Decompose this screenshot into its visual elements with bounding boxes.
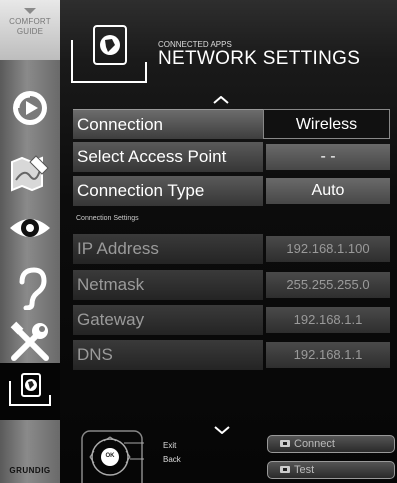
hearing-icon[interactable] <box>8 266 52 310</box>
setting-row-connection-type[interactable]: Connection Type Auto <box>73 176 390 206</box>
setting-label: Netmask <box>73 270 263 300</box>
exit-hint: Exit <box>163 441 177 450</box>
map-edit-icon[interactable] <box>8 150 52 194</box>
guide-label-line2: GUIDE <box>16 27 44 36</box>
scroll-up-icon[interactable] <box>213 96 229 104</box>
eye-icon[interactable] <box>8 206 52 250</box>
comfort-guide-button[interactable]: COMFORT GUIDE <box>0 0 60 60</box>
sidebar-active-item[interactable] <box>0 363 60 420</box>
setting-value[interactable]: Auto <box>266 178 390 204</box>
guide-label-line1: COMFORT <box>9 17 51 26</box>
setting-value: 255.255.255.0 <box>266 272 390 298</box>
page-title: NETWORK SETTINGS <box>158 48 361 69</box>
sidebar: COMFORT GUIDE GRUNDIG <box>0 0 60 483</box>
setting-row-dns: DNS 192.168.1.1 <box>73 340 390 370</box>
red-key-icon <box>280 440 290 447</box>
setting-row-netmask: Netmask 255.255.255.0 <box>73 270 390 300</box>
connect-button[interactable]: Connect <box>267 435 395 453</box>
setting-value: 192.168.1.1 <box>266 342 390 368</box>
green-key-icon <box>280 466 290 473</box>
setting-label: Connection <box>73 109 263 139</box>
setting-label: DNS <box>73 340 263 370</box>
section-heading: Connection Settings <box>76 215 139 222</box>
ok-button-label[interactable]: OK <box>103 453 117 459</box>
connect-label: Connect <box>294 438 335 450</box>
test-button[interactable]: Test <box>267 461 395 479</box>
guide-arrow-icon <box>24 8 36 14</box>
globe-icon <box>71 25 147 83</box>
setting-value[interactable]: Wireless <box>263 109 390 139</box>
setting-value[interactable]: - - <box>266 144 390 170</box>
connected-apps-icon <box>9 373 51 406</box>
screen: COMFORT GUIDE GRUNDIG CONNECTED APPS NET… <box>0 0 397 483</box>
setting-row-ip-address: IP Address 192.168.1.100 <box>73 234 390 264</box>
setting-label: Gateway <box>73 305 263 335</box>
test-label: Test <box>294 464 315 476</box>
brand-logo: GRUNDIG <box>9 466 51 475</box>
tools-icon[interactable] <box>8 320 52 364</box>
setting-label: Connection Type <box>73 176 263 206</box>
setting-row-access-point[interactable]: Select Access Point - - <box>73 142 390 172</box>
setting-row-connection[interactable]: Connection Wireless <box>73 109 390 139</box>
setting-value: 192.168.1.1 <box>266 307 390 333</box>
setting-label: Select Access Point <box>73 142 263 172</box>
back-hint: Back <box>163 455 181 464</box>
setting-label: IP Address <box>73 234 263 264</box>
setting-value: 192.168.1.100 <box>266 236 390 262</box>
media-icon[interactable] <box>8 86 52 130</box>
scroll-down-icon[interactable] <box>214 426 230 434</box>
setting-row-gateway: Gateway 192.168.1.1 <box>73 305 390 335</box>
